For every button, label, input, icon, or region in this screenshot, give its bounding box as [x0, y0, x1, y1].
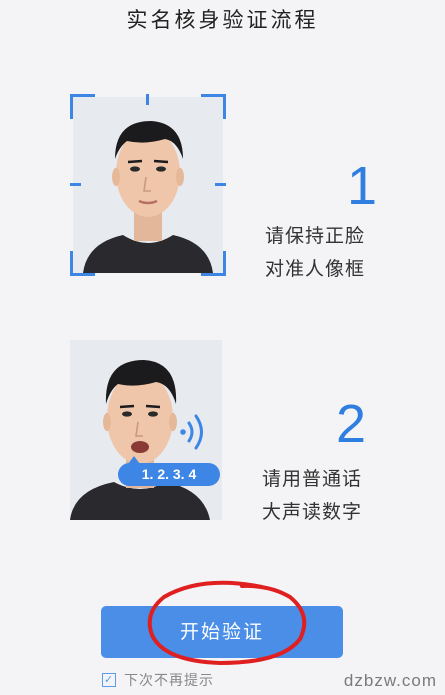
frame-corner-bottom-left	[70, 251, 95, 276]
frame-corner-bottom-right	[201, 251, 226, 276]
step-2-number: 2	[336, 394, 367, 454]
start-verification-button[interactable]: 开始验证	[101, 606, 343, 658]
frame-tick-top	[146, 94, 149, 105]
digits-speech-bubble: 1. 2. 3. 4	[118, 456, 220, 486]
dont-show-checkbox[interactable]: ✓	[102, 673, 116, 687]
step-2-line-1: 请用普通话	[262, 468, 363, 490]
dont-show-label: 下次不再提示	[124, 673, 214, 689]
step-1-instructions: 请保持正脸 对准人像框	[265, 220, 365, 286]
step-1-line-2: 对准人像框	[265, 258, 366, 280]
step-1-line-1: 请保持正脸	[265, 225, 366, 247]
dont-show-again-option[interactable]: ✓ 下次不再提示	[102, 670, 214, 690]
frame-corner-top-right	[201, 94, 226, 119]
step-1-number: 1	[347, 156, 378, 216]
frame-tick-right	[215, 183, 226, 186]
page-title: 实名核身验证流程	[126, 8, 319, 32]
frame-corner-top-left	[70, 94, 95, 119]
step-2-instructions: 请用普通话 大声读数字	[262, 463, 362, 529]
step-2-line-2: 大声读数字	[262, 501, 363, 523]
face-frame	[70, 94, 226, 276]
site-watermark: dzbzw.com	[343, 671, 437, 690]
sound-wave-icon	[180, 414, 203, 450]
frame-tick-left	[70, 183, 81, 186]
